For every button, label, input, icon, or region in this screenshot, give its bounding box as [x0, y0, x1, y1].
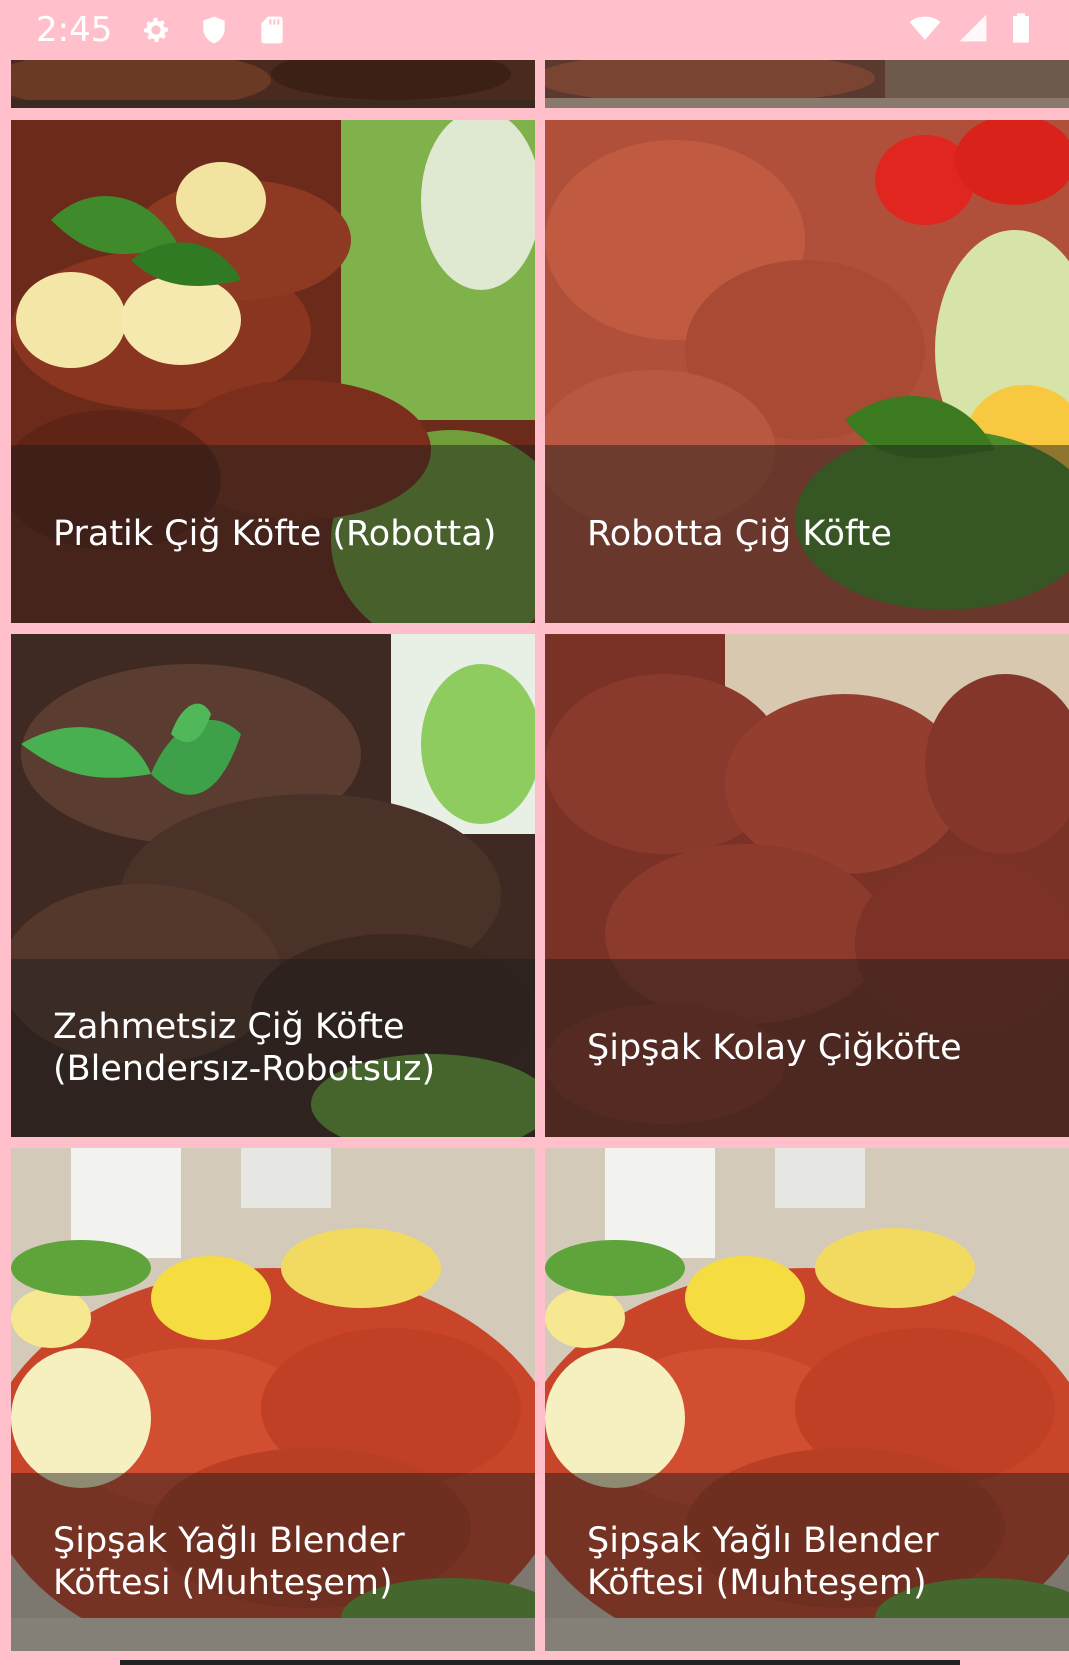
recipe-card[interactable]: Şipşak Kolay Çiğköfte — [545, 634, 1069, 1137]
status-icons-left — [140, 14, 288, 46]
recipe-card[interactable]: Pratik Çiğ Köfte (Robotta) — [11, 120, 535, 623]
recipe-title: Şipşak Kolay Çiğköfte — [587, 1028, 962, 1068]
status-time: 2:45 — [36, 10, 113, 50]
recipe-title: Şipşak Yağlı Blender Köftesi (Muhteşem) — [587, 1521, 939, 1603]
recipe-image — [11, 60, 535, 108]
recipe-caption: Robotta Çiğ Köfte — [545, 445, 1069, 623]
recipe-caption: Pratik Çiğ Köfte (Robotta) — [11, 445, 535, 623]
recipe-caption: Şipşak Yağlı Blender Köftesi (Muhteşem) — [545, 1473, 1069, 1651]
gear-icon — [144, 18, 168, 42]
recipe-card-partial-left[interactable] — [11, 60, 535, 108]
status-icons-right — [909, 12, 1037, 44]
recipe-title: Zahmetsiz Çiğ Köfte (Blendersız-Robotsuz… — [53, 1007, 436, 1089]
recipe-caption: Şipşak Yağlı Blender Köftesi (Muhteşem) — [11, 1473, 535, 1651]
recipe-title: Şipşak Yağlı Blender Köftesi (Muhteşem) — [53, 1521, 405, 1603]
recipe-card[interactable]: Robotta Çiğ Köfte — [545, 120, 1069, 623]
recipe-title: Pratik Çiğ Köfte (Robotta) — [53, 514, 497, 554]
status-bar: 2:45 — [0, 0, 1069, 60]
wifi-icon — [909, 16, 941, 40]
recipe-title: Robotta Çiğ Köfte — [587, 514, 892, 554]
signal-icon — [959, 14, 987, 42]
recipe-card[interactable]: Zahmetsiz Çiğ Köfte (Blendersız-Robotsuz… — [11, 634, 535, 1137]
recipe-image — [545, 60, 1069, 108]
recipe-card[interactable]: Şipşak Yağlı Blender Köftesi (Muhteşem) — [11, 1148, 535, 1651]
recipe-card[interactable]: Şipşak Yağlı Blender Köftesi (Muhteşem) — [545, 1148, 1069, 1651]
recipe-caption: Zahmetsiz Çiğ Köfte (Blendersız-Robotsuz… — [11, 959, 535, 1137]
recipe-card-partial-right[interactable] — [545, 60, 1069, 108]
sd-card-icon — [261, 16, 283, 44]
shield-icon — [203, 16, 225, 44]
gesture-nav-handle[interactable] — [120, 1660, 960, 1665]
recipe-caption: Şipşak Kolay Çiğköfte — [545, 959, 1069, 1137]
battery-icon — [1013, 13, 1029, 43]
